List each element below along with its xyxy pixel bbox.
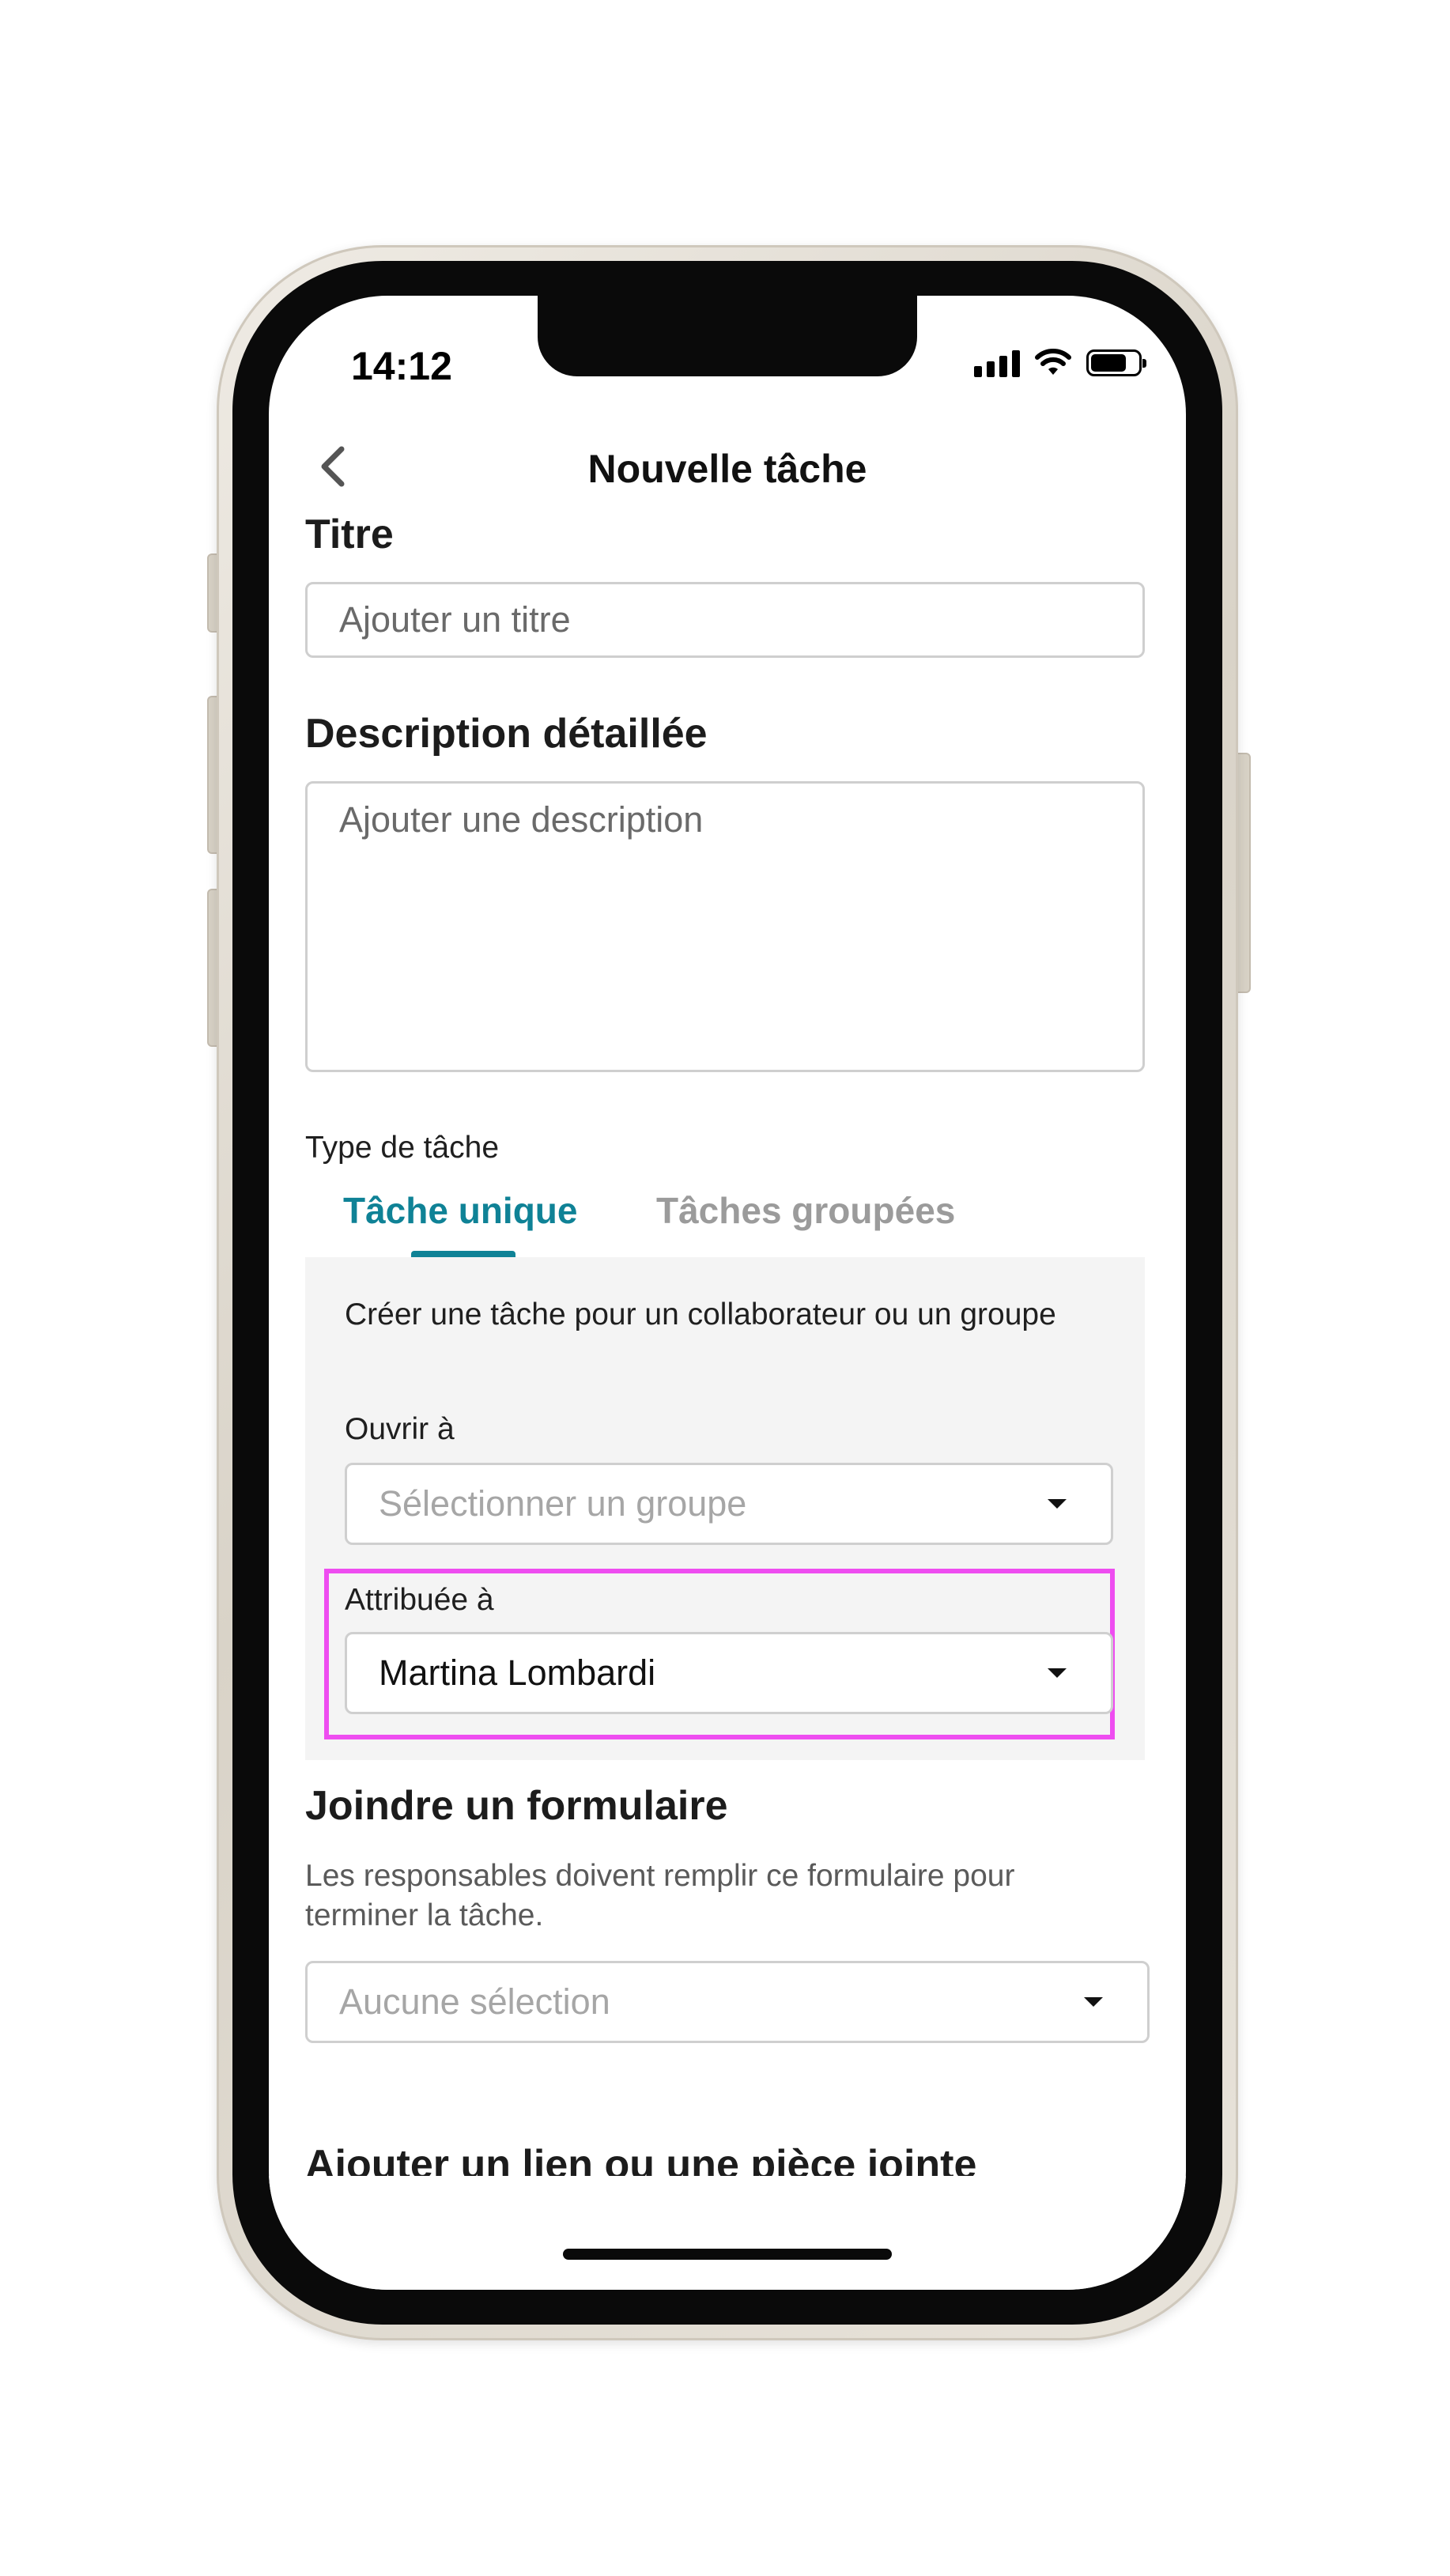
description-heading: Description détaillée <box>305 711 708 757</box>
open-to-label: Ouvrir à <box>345 1412 455 1446</box>
chevron-down-icon <box>1048 1668 1067 1678</box>
wifi-icon <box>1035 349 1071 375</box>
bottom-safe-area <box>269 2176 1186 2290</box>
task-type-panel: Créer une tâche pour un collaborateur ou… <box>305 1257 1145 1760</box>
tab-active-indicator <box>411 1251 515 1257</box>
form-placeholder: Aucune sélection <box>339 1981 610 2022</box>
assigned-to-select[interactable]: Martina Lombardi <box>345 1632 1113 1714</box>
page-title: Nouvelle tâche <box>587 447 867 491</box>
tab-grouped-tasks[interactable]: Tâches groupées <box>656 1189 955 1232</box>
chevron-down-icon <box>1084 1997 1103 2007</box>
tab-single-task[interactable]: Tâche unique <box>343 1189 577 1232</box>
panel-description: Créer une tâche pour un collaborateur ou… <box>345 1297 1056 1331</box>
phone-screen: 14:12 Nouvelle tâche Titre Ajouter un ti… <box>269 296 1186 2290</box>
title-input[interactable]: Ajouter un titre <box>305 582 1145 658</box>
open-to-placeholder: Sélectionner un groupe <box>379 1483 747 1524</box>
title-heading: Titre <box>305 512 394 557</box>
notch <box>538 296 917 376</box>
form-subtitle: Les responsables doivent remplir ce form… <box>305 1859 1015 1932</box>
description-textarea[interactable]: Ajouter une description <box>305 781 1145 1072</box>
task-type-label: Type de tâche <box>305 1131 500 1165</box>
form-heading: Joindre un formulaire <box>305 1783 728 1829</box>
assigned-to-value: Martina Lombardi <box>379 1652 656 1693</box>
power-button <box>1237 753 1251 993</box>
status-icons <box>974 348 1146 378</box>
open-to-select[interactable]: Sélectionner un groupe <box>345 1463 1113 1545</box>
assigned-to-label: Attribuée à <box>345 1583 494 1617</box>
status-time: 14:12 <box>351 344 452 388</box>
stage: 14:12 Nouvelle tâche Titre Ajouter un ti… <box>0 0 1450 2576</box>
signal-icon <box>974 349 1020 377</box>
battery-icon <box>1086 349 1146 376</box>
form-select[interactable]: Aucune sélection <box>305 1961 1150 2043</box>
home-indicator[interactable] <box>563 2249 892 2260</box>
chevron-down-icon <box>1048 1499 1067 1509</box>
